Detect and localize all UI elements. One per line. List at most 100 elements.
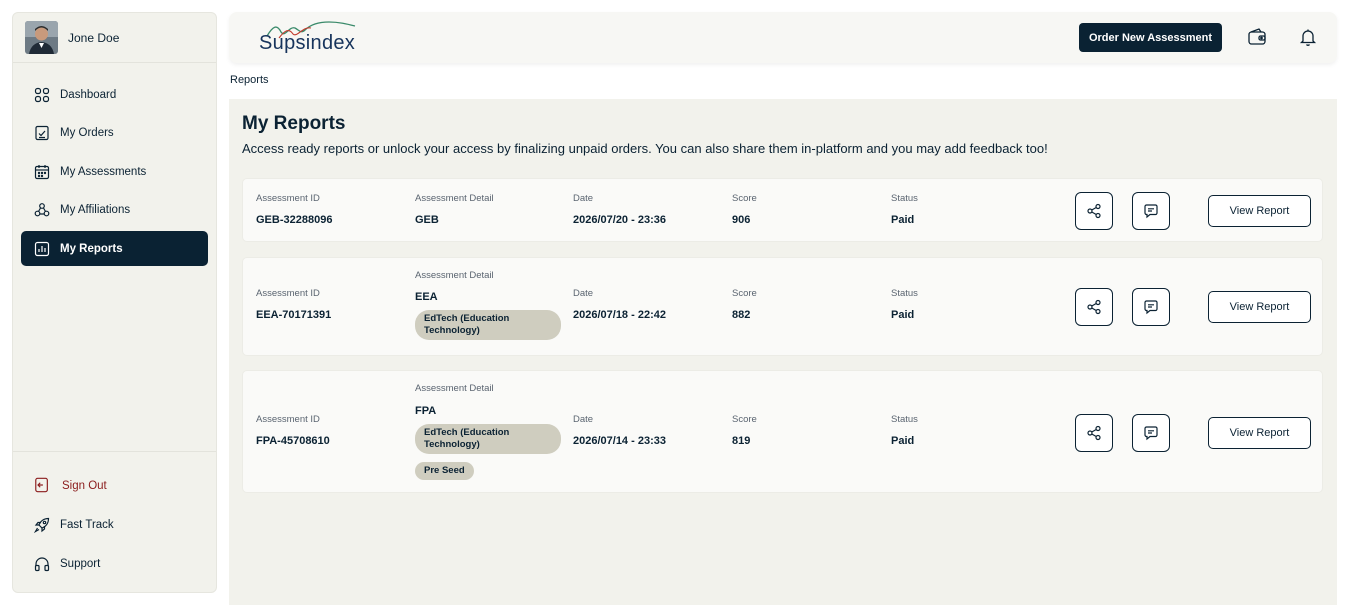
nav-item-assessments[interactable]: My Assessments (21, 154, 208, 189)
sign-out-icon (34, 477, 52, 495)
top-header: Supsindex Order New Assessment (229, 12, 1337, 63)
user-profile[interactable]: Jone Doe (13, 13, 216, 63)
report-card: Assessment ID EEA-70171391 Assessment De… (242, 257, 1323, 356)
nav-item-reports[interactable]: My Reports (21, 231, 208, 266)
view-report-button[interactable]: View Report (1208, 417, 1311, 449)
assessment-score: 906 (732, 214, 751, 226)
score-cell: Score 819 (732, 414, 757, 447)
status-label: Status (891, 288, 918, 299)
nav-label: My Affiliations (60, 204, 131, 216)
id-label: Assessment ID (256, 288, 320, 299)
brand-logo[interactable]: Supsindex (259, 20, 359, 58)
nav-item-orders[interactable]: My Orders (21, 116, 208, 151)
tag-row: Pre Seed (415, 460, 561, 480)
assessment-date: 2026/07/18 - 22:42 (573, 309, 666, 321)
assessment-id: GEB-32288096 (256, 214, 333, 226)
score-cell: Score 906 (732, 193, 757, 226)
page-title: My Reports (242, 113, 346, 134)
calendar-icon (34, 164, 50, 180)
date-cell: Date 2026/07/18 - 22:42 (573, 288, 666, 321)
affiliations-icon (34, 202, 50, 218)
headphones-icon (34, 556, 50, 572)
share-button[interactable] (1075, 288, 1113, 326)
date-label: Date (573, 414, 594, 425)
industry-tag: EdTech (Education Technology) (415, 424, 561, 454)
nav-label: My Orders (60, 127, 114, 139)
view-report-button[interactable]: View Report (1208, 291, 1311, 323)
breadcrumb[interactable]: Reports (230, 74, 269, 86)
detail-label: Assessment Detail (415, 193, 494, 204)
status-label: Status (891, 193, 918, 204)
comment-icon (1144, 300, 1158, 315)
id-label: Assessment ID (256, 414, 320, 425)
feedback-button[interactable] (1132, 288, 1170, 326)
nav-item-dashboard[interactable]: Dashboard (21, 77, 208, 112)
bell-icon[interactable] (1298, 27, 1318, 47)
assessment-score: 819 (732, 435, 751, 447)
assessment-id: EEA-70171391 (256, 309, 332, 321)
assessment-date: 2026/07/14 - 23:33 (573, 435, 666, 447)
score-label: Score (732, 414, 757, 425)
avatar (25, 21, 58, 54)
status-cell: Status Paid (891, 414, 918, 447)
score-label: Score (732, 193, 757, 204)
share-icon (1087, 425, 1101, 441)
sign-out-button[interactable]: Sign Out (21, 466, 208, 505)
main-content: My Reports Access ready reports or unloc… (229, 99, 1337, 605)
sidebar: Jone Doe Dashboard My Orders My Assessme… (12, 12, 217, 593)
logo-text: Supsindex (259, 32, 356, 54)
fast-track-link[interactable]: Fast Track (21, 505, 208, 544)
status-label: Status (891, 414, 918, 425)
comment-icon (1144, 426, 1158, 441)
payment-status: Paid (891, 435, 915, 447)
date-label: Date (573, 288, 594, 299)
comment-icon (1144, 204, 1158, 219)
id-label: Assessment ID (256, 193, 320, 204)
id-cell: Assessment ID FPA-45708610 (256, 414, 330, 447)
industry-tag: EdTech (Education Technology) (415, 310, 561, 340)
id-cell: Assessment ID GEB-32288096 (256, 193, 332, 226)
report-card: Assessment ID GEB-32288096 Assessment De… (242, 178, 1323, 242)
payment-status: Paid (891, 309, 915, 321)
sidebar-footer: Sign Out Fast Track Support (13, 451, 216, 583)
share-button[interactable] (1075, 414, 1113, 452)
stage-tag: Pre Seed (415, 462, 474, 480)
status-cell: Status Paid (891, 288, 918, 321)
report-card: Assessment ID FPA-45708610 Assessment De… (242, 370, 1323, 493)
detail-cell: Assessment Detail GEB (415, 193, 494, 226)
support-label: Support (60, 557, 101, 570)
detail-cell: Assessment Detail FPA EdTech (Education … (415, 383, 561, 480)
reports-icon (34, 241, 50, 257)
share-button[interactable] (1075, 192, 1113, 230)
detail-cell: Assessment Detail EEA EdTech (Education … (415, 270, 561, 340)
assessment-detail: FPA (415, 405, 437, 417)
feedback-button[interactable] (1132, 414, 1170, 452)
payment-status: Paid (891, 214, 915, 226)
assessment-detail: EEA (415, 291, 438, 303)
score-label: Score (732, 288, 757, 299)
detail-label: Assessment Detail (415, 383, 494, 394)
nav-item-affiliations[interactable]: My Affiliations (21, 193, 208, 228)
feedback-button[interactable] (1132, 192, 1170, 230)
view-report-button[interactable]: View Report (1208, 195, 1311, 227)
dashboard-icon (34, 87, 50, 103)
order-new-assessment-button[interactable]: Order New Assessment (1079, 23, 1222, 52)
user-name: Jone Doe (68, 30, 120, 45)
orders-icon (34, 125, 50, 141)
page-subtitle: Access ready reports or unlock your acce… (242, 141, 1048, 156)
share-icon (1087, 203, 1101, 219)
fast-track-label: Fast Track (60, 518, 114, 531)
support-link[interactable]: Support (21, 544, 208, 583)
detail-label: Assessment Detail (415, 270, 494, 281)
status-cell: Status Paid (891, 193, 918, 226)
nav-label: My Assessments (60, 165, 147, 178)
assessment-score: 882 (732, 309, 751, 321)
wallet-icon[interactable] (1247, 27, 1267, 47)
date-cell: Date 2026/07/14 - 23:33 (573, 414, 666, 447)
sign-out-label: Sign Out (62, 479, 107, 492)
nav-label: My Reports (60, 242, 123, 255)
assessment-date: 2026/07/20 - 23:36 (573, 214, 666, 226)
rocket-icon (34, 517, 50, 533)
assessment-id: FPA-45708610 (256, 435, 330, 447)
date-label: Date (573, 193, 594, 204)
